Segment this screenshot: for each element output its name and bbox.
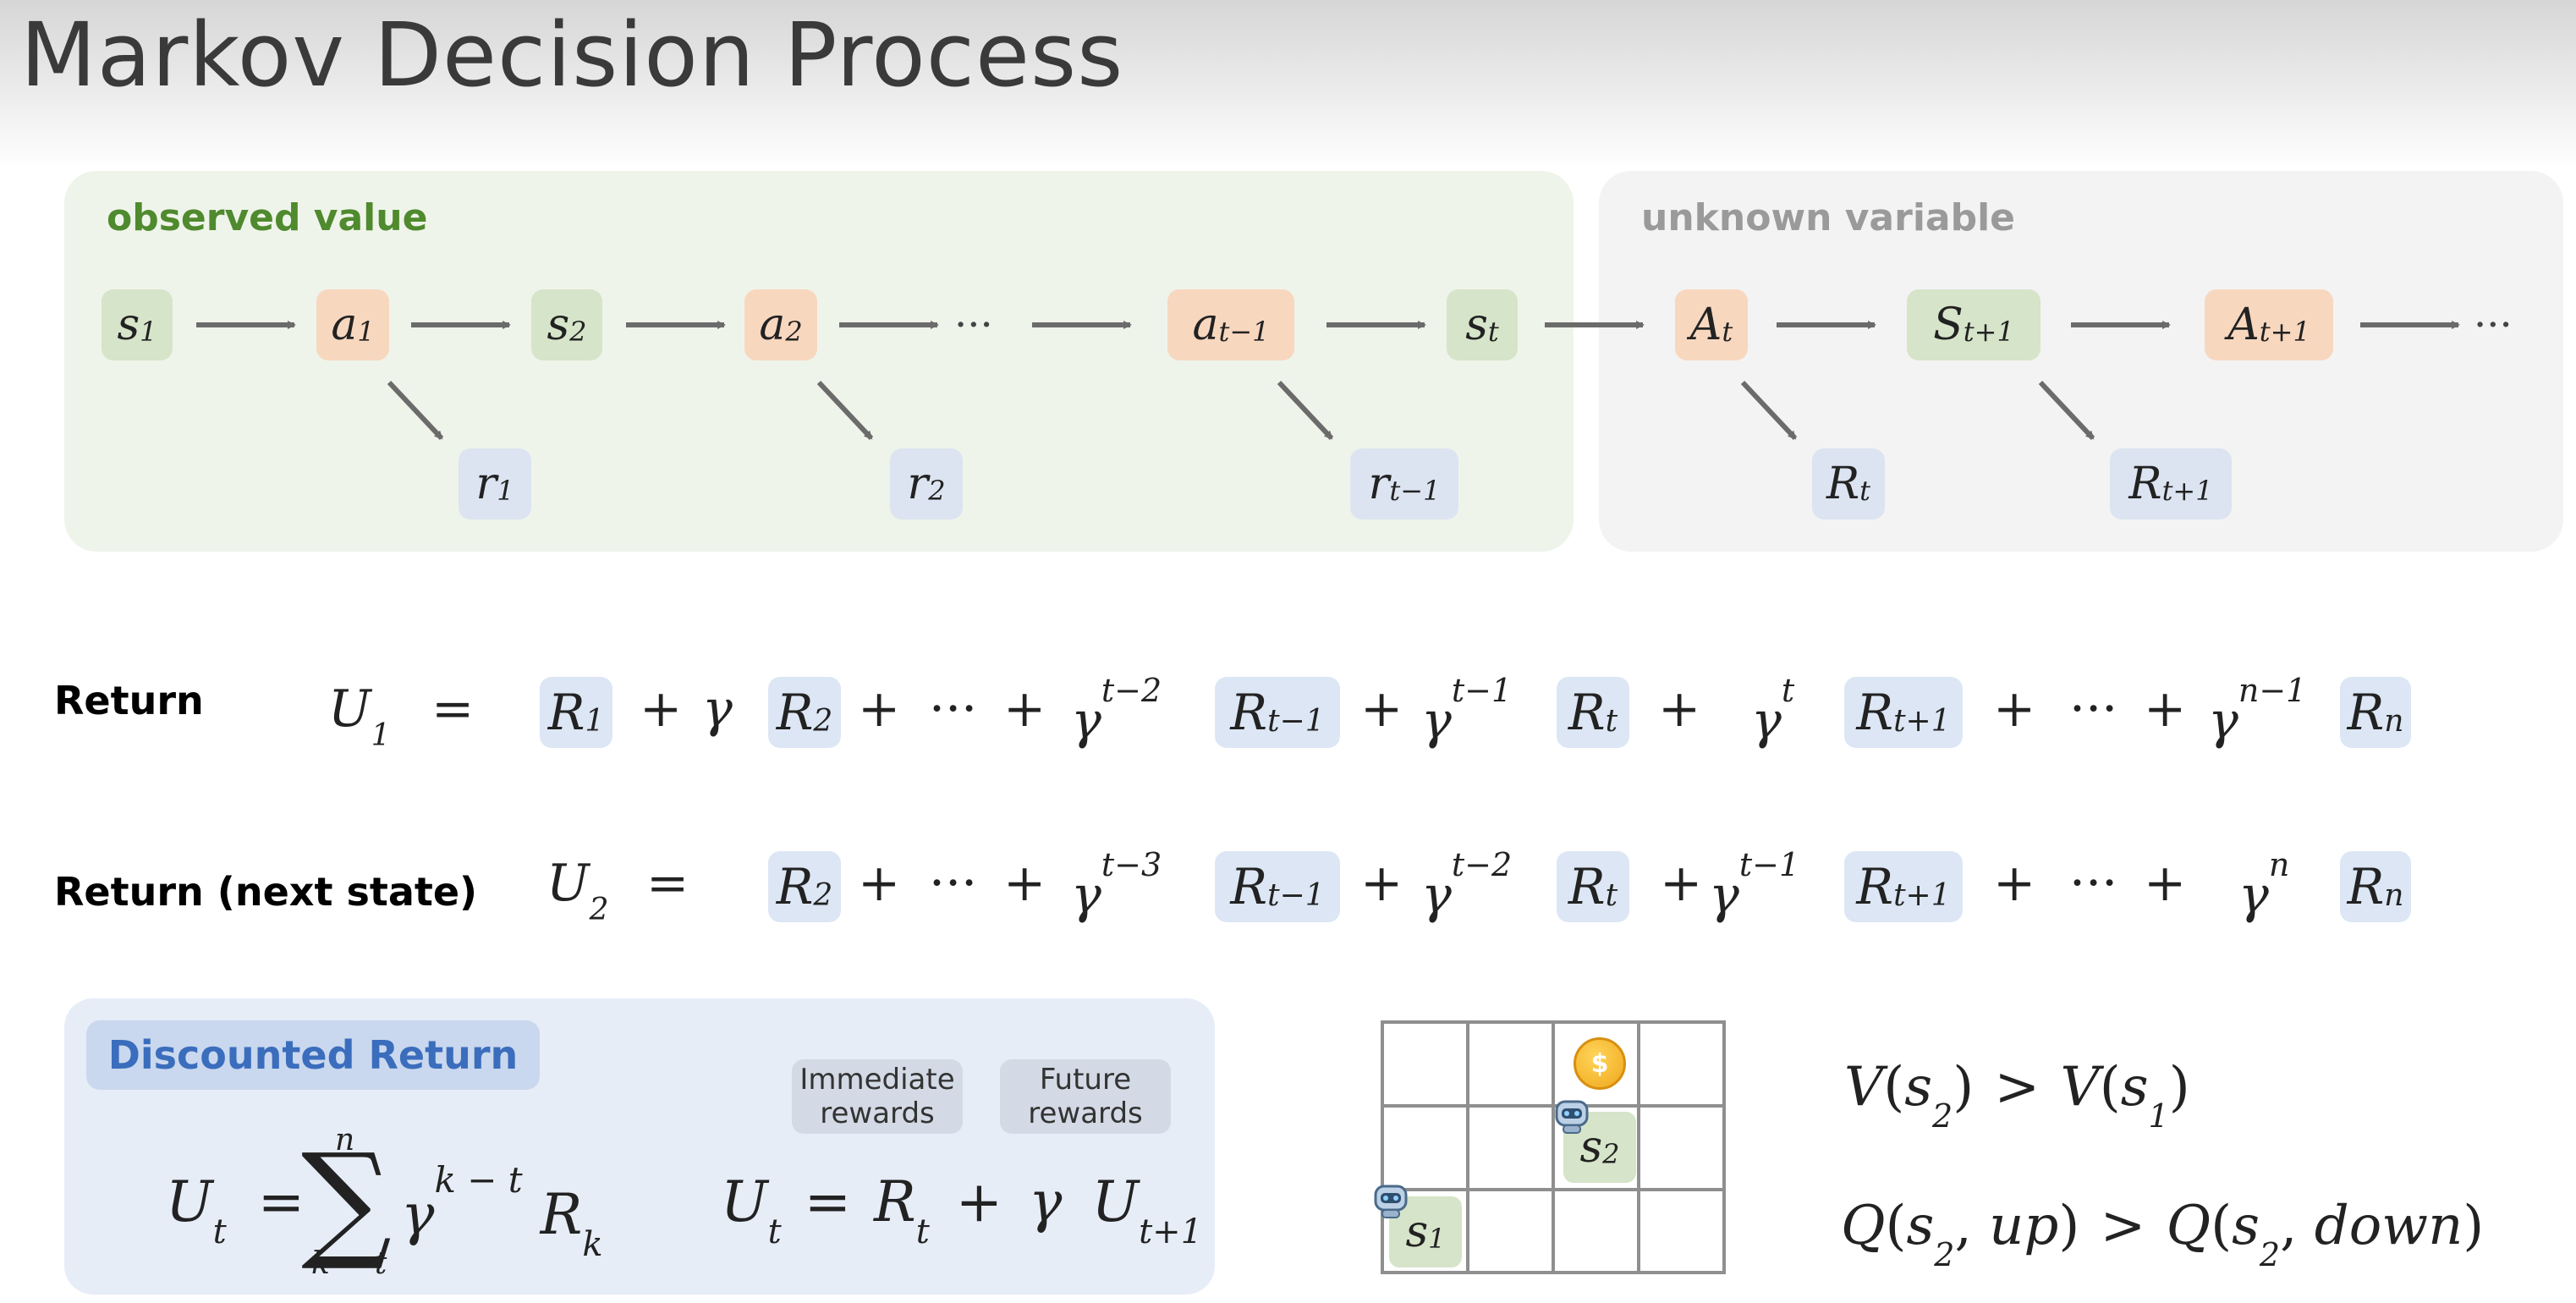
value-inequality: V(s2) > V(s1): [1844, 1056, 2190, 1135]
sum-upper-limit: n: [335, 1123, 355, 1157]
return-plus-3: +: [1003, 679, 1046, 739]
return-gamma-t2: γt−2: [1071, 672, 1162, 750]
recursive-formula: Ut = Rt + γ Ut+1: [721, 1169, 1203, 1252]
return-term-Rt: Rt: [1557, 677, 1629, 748]
node-r1: r1: [459, 448, 531, 520]
observed-ellipsis: ···: [954, 301, 993, 349]
robot-icon: [1555, 1100, 1589, 1134]
next-gamma-t1: γt−1: [1709, 846, 1800, 925]
node-r2: r2: [890, 448, 963, 520]
node-Rt1: Rt+1: [2110, 448, 2232, 520]
return-plus-7: +: [2144, 679, 2187, 739]
next-plus-1: +: [858, 854, 901, 913]
discounted-return-title: Discounted Return: [86, 1020, 540, 1090]
next-term-Rt-1: Rt−1: [1215, 851, 1340, 922]
q-inequality: Q(s2, up) > Q(s2, down): [1841, 1195, 2485, 1273]
next-term-R2: R2: [768, 851, 841, 922]
return-plus-5: +: [1658, 679, 1701, 739]
return-lhs: U1: [328, 679, 391, 753]
sum-formula-body: γk − t Rk: [401, 1159, 603, 1265]
return-gamma-1: γ: [702, 679, 733, 739]
return-dots-2: ···: [2069, 679, 2118, 739]
coin-icon: $: [1574, 1037, 1626, 1090]
arrow-At-Rt: [1740, 380, 1798, 441]
arrow-at1-rt1: [1277, 380, 1334, 441]
arrow-St1-Rt1: [2038, 380, 2095, 441]
next-eq: =: [646, 854, 689, 913]
next-return-label: Return (next state): [54, 869, 478, 915]
next-dots-1: ···: [929, 854, 978, 913]
next-lhs: U2: [547, 854, 609, 927]
node-Rt: Rt: [1812, 448, 1885, 520]
next-gamma-t2: γt−2: [1421, 846, 1513, 925]
unknown-ellipsis: ···: [2474, 301, 2513, 349]
return-gamma-t: γt: [1751, 672, 1795, 750]
sum-formula-lhs: Ut =: [166, 1169, 305, 1252]
node-a2: a2: [744, 289, 817, 360]
node-rt-1: r t−1: [1350, 448, 1458, 520]
next-plus-4: +: [1660, 854, 1703, 913]
node-At1: At+1: [2205, 289, 2333, 360]
immediate-rewards-tag: Immediate rewards: [792, 1059, 963, 1134]
sum-lower-limit: k = t: [311, 1246, 387, 1281]
node-St1: St+1: [1907, 289, 2040, 360]
return-term-Rt-1: Rt−1: [1215, 677, 1340, 748]
node-a1: a1: [316, 289, 389, 360]
node-s2: s2: [531, 289, 602, 360]
return-plus-6: +: [1993, 679, 2036, 739]
next-term-Rn: Rn: [2340, 851, 2411, 922]
node-s1: s1: [102, 289, 173, 360]
arrow-a2-r2: [816, 380, 874, 441]
future-rewards-tag: Future rewards: [1000, 1059, 1171, 1134]
return-gamma-t1: γt−1: [1421, 672, 1513, 750]
next-plus-5: +: [1993, 854, 2036, 913]
return-plus-4: +: [1360, 679, 1403, 739]
next-term-Rt1: Rt+1: [1844, 851, 1963, 922]
return-plus-1: +: [640, 679, 683, 739]
node-at-1: a t−1: [1167, 289, 1294, 360]
return-gamma-n1: γn−1: [2208, 672, 2307, 750]
node-st: st: [1447, 289, 1518, 360]
return-label: Return: [54, 678, 204, 723]
return-term-R2: R2: [768, 677, 841, 748]
return-term-Rt1: Rt+1: [1844, 677, 1963, 748]
next-gamma-n: γn: [2238, 846, 2290, 925]
return-plus-2: +: [858, 679, 901, 739]
return-eq: =: [431, 679, 475, 739]
next-dots-2: ···: [2069, 854, 2118, 913]
node-At: At: [1675, 289, 1748, 360]
arrow-a1-r1: [387, 380, 444, 441]
next-plus-3: +: [1360, 854, 1403, 913]
robot-icon: [1374, 1185, 1408, 1218]
return-dots-1: ···: [929, 679, 978, 739]
next-gamma-t3: γt−3: [1071, 846, 1162, 925]
return-term-R1: R1: [540, 677, 612, 748]
next-plus-6: +: [2144, 854, 2187, 913]
return-term-Rn: Rn: [2340, 677, 2411, 748]
next-term-Rt: Rt: [1557, 851, 1629, 922]
next-plus-2: +: [1003, 854, 1046, 913]
